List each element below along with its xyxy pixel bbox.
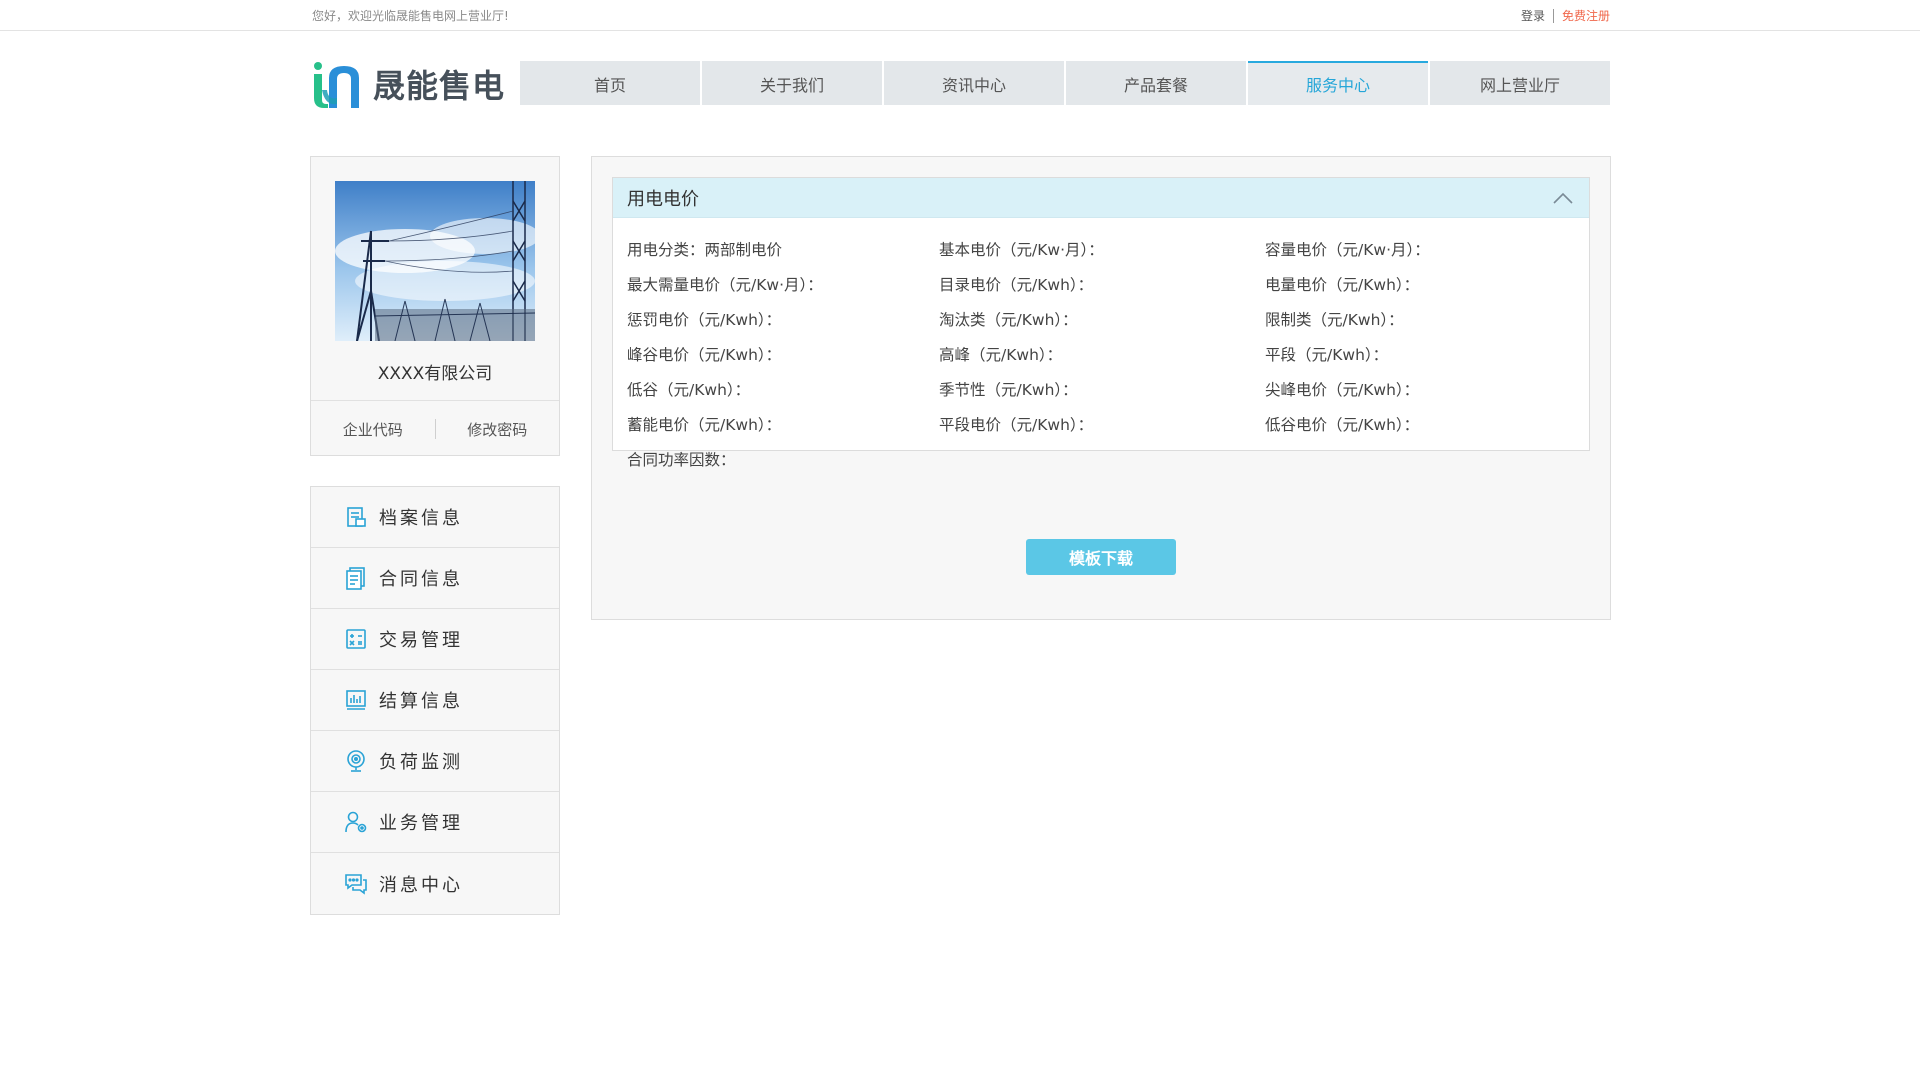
field-sharp-peak-price: 尖峰电价（元/Kwh）：: [1265, 381, 1420, 399]
field-flat: 平段（元/Kwh）：: [1265, 346, 1389, 364]
field-seasonal: 季节性（元/Kwh）：: [939, 381, 1078, 399]
price-field-grid: 用电分类：两部制电价 基本电价（元/Kw·月）： 容量电价（元/Kw·月）： 最…: [627, 238, 1577, 483]
menu-label: 业务管理: [379, 813, 463, 834]
section-title: 用电电价: [627, 188, 699, 210]
field-row: 合同功率因数：: [627, 448, 1577, 483]
field-restricted-class: 限制类（元/Kwh）：: [1265, 311, 1404, 329]
archive-icon: [343, 504, 369, 530]
change-password-link[interactable]: 修改密码: [436, 419, 560, 440]
menu-label: 合同信息: [379, 569, 463, 590]
chevron-up-icon[interactable]: [1551, 187, 1575, 209]
side-menu: 档案信息 合同信息 交易管理 结算信息 负荷监测 业务管理 消息中心: [310, 486, 560, 915]
section-header[interactable]: 用电电价: [613, 178, 1589, 218]
nav-item-news[interactable]: 资讯中心: [884, 61, 1064, 105]
field-capacity-price: 容量电价（元/Kw·月）：: [1265, 241, 1430, 259]
profile-card: XXXX有限公司 企业代码 修改密码: [310, 156, 560, 456]
field-penalty-price: 惩罚电价（元/Kwh）：: [627, 311, 782, 329]
field-eliminated-class: 淘汰类（元/Kwh）：: [939, 311, 1078, 329]
field-energy-price: 电量电价（元/Kwh）：: [1265, 276, 1420, 294]
field-row: 低谷（元/Kwh）： 季节性（元/Kwh）： 尖峰电价（元/Kwh）：: [627, 378, 1577, 413]
menu-label: 交易管理: [379, 630, 463, 651]
register-link[interactable]: 免费注册: [1562, 7, 1610, 24]
menu-label: 档案信息: [379, 508, 463, 529]
field-valley: 低谷（元/Kwh）：: [627, 381, 751, 399]
field-valley-price: 低谷电价（元/Kwh）：: [1265, 416, 1420, 434]
menu-item-business[interactable]: 业务管理: [311, 792, 559, 853]
main-nav: 首页 关于我们 资讯中心 产品套餐 服务中心 网上营业厅: [520, 61, 1612, 105]
electricity-price-section: 用电电价 用电分类：两部制电价 基本电价（元/Kw·月）： 容量电价（元/Kw·…: [612, 177, 1590, 469]
monitor-icon: [343, 748, 369, 774]
company-code-link[interactable]: 企业代码: [311, 419, 435, 440]
profile-links: 企业代码 修改密码: [311, 401, 559, 457]
template-download-button[interactable]: 模板下载: [1026, 539, 1176, 575]
field-power-factor: 合同功率因数：: [627, 451, 736, 469]
logo-text: 晟能售电: [373, 67, 506, 105]
site-logo[interactable]: 晟能售电: [311, 60, 505, 108]
nav-item-products[interactable]: 产品套餐: [1066, 61, 1246, 105]
nav-item-home[interactable]: 首页: [520, 61, 700, 105]
nav-item-online-hall[interactable]: 网上营业厅: [1430, 61, 1610, 105]
power-tower-image: [335, 181, 535, 341]
menu-label: 结算信息: [379, 691, 463, 712]
menu-item-settlement[interactable]: 结算信息: [311, 670, 559, 731]
top-links: 登录 免费注册: [1521, 7, 1610, 24]
menu-item-load-monitor[interactable]: 负荷监测: [311, 731, 559, 792]
login-link[interactable]: 登录: [1521, 7, 1545, 24]
field-row: 蓄能电价（元/Kwh）： 平段电价（元/Kwh）： 低谷电价（元/Kwh）：: [627, 413, 1577, 448]
field-storage-price: 蓄能电价（元/Kwh）：: [627, 416, 782, 434]
company-name: XXXX有限公司: [377, 364, 493, 384]
field-category: 用电分类：两部制电价: [627, 241, 783, 259]
top-bar: 您好，欢迎光临晟能售电网上营业厅! 登录 免费注册: [0, 0, 1920, 31]
user-gear-icon: [343, 809, 369, 835]
field-flat-period-price: 平段电价（元/Kwh）：: [939, 416, 1094, 434]
menu-item-trading[interactable]: 交易管理: [311, 609, 559, 670]
main-panel: 用电电价 用电分类：两部制电价 基本电价（元/Kw·月）： 容量电价（元/Kw·…: [591, 156, 1611, 620]
chart-icon: [343, 687, 369, 713]
menu-item-archive[interactable]: 档案信息: [311, 487, 559, 548]
field-peak: 高峰（元/Kwh）：: [939, 346, 1063, 364]
company-photo: [335, 181, 535, 341]
field-row: 峰谷电价（元/Kwh）： 高峰（元/Kwh）： 平段（元/Kwh）：: [627, 343, 1577, 378]
nav-item-service[interactable]: 服务中心: [1248, 61, 1428, 105]
contract-icon: [343, 565, 369, 591]
menu-label: 消息中心: [379, 874, 463, 896]
nav-item-about[interactable]: 关于我们: [702, 61, 882, 105]
field-row: 惩罚电价（元/Kwh）： 淘汰类（元/Kwh）： 限制类（元/Kwh）：: [627, 308, 1577, 343]
field-peak-valley-price: 峰谷电价（元/Kwh）：: [627, 346, 782, 364]
field-row: 用电分类：两部制电价 基本电价（元/Kw·月）： 容量电价（元/Kw·月）：: [627, 238, 1577, 273]
menu-item-contract[interactable]: 合同信息: [311, 548, 559, 609]
top-links-divider: [1552, 8, 1554, 23]
welcome-text: 您好，欢迎光临晟能售电网上营业厅!: [312, 9, 509, 23]
menu-label: 负荷监测: [379, 752, 463, 773]
field-catalog-price: 目录电价（元/Kwh）：: [939, 276, 1094, 294]
field-row: 最大需量电价（元/Kw·月）： 目录电价（元/Kwh）： 电量电价（元/Kwh）…: [627, 273, 1577, 308]
message-icon: [343, 871, 369, 897]
field-basic-price: 基本电价（元/Kw·月）：: [939, 241, 1104, 259]
calculator-icon: [343, 626, 369, 652]
menu-item-messages[interactable]: 消息中心: [311, 853, 559, 914]
field-max-demand-price: 最大需量电价（元/Kw·月）：: [627, 276, 823, 294]
logo-mark-icon: [314, 62, 359, 108]
